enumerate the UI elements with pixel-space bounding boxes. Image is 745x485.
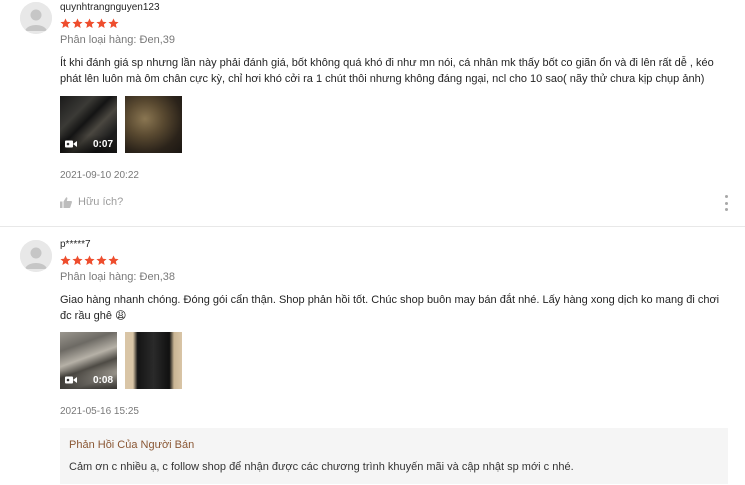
star-icon	[84, 18, 95, 28]
seller-reply-title: Phản Hồi Của Người Bán	[69, 439, 195, 451]
more-vertical-icon[interactable]	[723, 195, 729, 211]
review-timestamp: 2021-09-10 20:22	[60, 170, 139, 181]
star-icon	[60, 18, 71, 28]
star-icon	[60, 255, 71, 265]
review-timestamp: 2021-05-16 15:25	[60, 406, 139, 417]
star-icon	[84, 255, 95, 265]
review-image-thumbnail[interactable]	[125, 332, 182, 389]
avatar[interactable]	[20, 2, 52, 34]
product-variation: Phân loại hàng: Đen,39	[60, 34, 175, 46]
video-duration: 0:07	[92, 138, 113, 150]
review-content: Giao hàng nhanh chóng. Đóng gói cẩn thận…	[60, 294, 720, 322]
thumbs-up-icon	[60, 196, 72, 208]
review-media: 0:08	[60, 332, 182, 389]
review-media: 0:07	[60, 96, 182, 153]
helpful-label: Hữu ích?	[78, 196, 124, 208]
reviewer-username[interactable]: quynhtrangnguyen123	[60, 2, 160, 14]
review-video-thumbnail[interactable]: 0:08	[60, 332, 117, 389]
video-duration: 0:08	[92, 374, 113, 386]
rating-stars	[60, 255, 119, 267]
star-icon	[72, 255, 83, 265]
video-camera-icon	[65, 376, 77, 384]
reviewer-username[interactable]: p*****7	[60, 239, 91, 251]
star-icon	[96, 18, 107, 28]
rating-stars	[60, 18, 119, 30]
seller-reply-text: Cảm ơn c nhiều ạ, c follow shop để nhận …	[69, 461, 574, 473]
review-content: Ít khi đánh giá sp nhưng lần này phải đá…	[60, 57, 714, 85]
star-icon	[96, 255, 107, 265]
star-icon	[72, 18, 83, 28]
helpful-button[interactable]: Hữu ích?	[60, 196, 123, 208]
user-placeholder-icon	[20, 240, 52, 272]
review-divider	[0, 226, 745, 227]
video-camera-icon	[65, 140, 77, 148]
review-video-thumbnail[interactable]: 0:07	[60, 96, 117, 153]
seller-reply: Phản Hồi Của Người Bán Cảm ơn c nhiều ạ,…	[60, 428, 728, 484]
user-placeholder-icon	[20, 2, 52, 34]
star-icon	[108, 18, 119, 28]
product-variation: Phân loại hàng: Đen,38	[60, 271, 175, 283]
review-image-thumbnail[interactable]	[125, 96, 182, 153]
star-icon	[108, 255, 119, 265]
avatar[interactable]	[20, 240, 52, 272]
